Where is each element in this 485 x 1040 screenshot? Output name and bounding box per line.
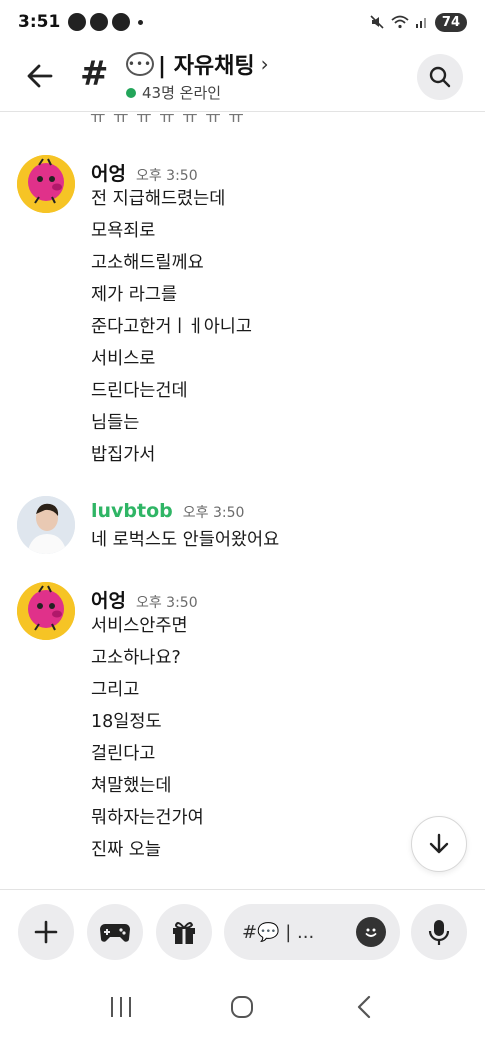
notification-icons (68, 13, 144, 31)
author-name[interactable]: luvbtob (91, 500, 173, 522)
message-input[interactable]: #💬 | ... (224, 904, 400, 960)
author-name[interactable]: 어엉 (91, 586, 126, 613)
signal-icon (415, 18, 426, 28)
message-text[interactable]: 서비스로 (91, 343, 252, 375)
message-text[interactable]: 님들는 (91, 407, 252, 439)
message-time: 오후 3:50 (135, 595, 198, 611)
online-status-dot (126, 87, 136, 98)
message-text[interactable]: 18일정도 (91, 706, 204, 738)
back-button[interactable] (22, 58, 58, 94)
app-notification-icon (68, 13, 87, 31)
photo-avatar-icon (17, 496, 75, 554)
smiley-icon (365, 928, 377, 937)
message-text[interactable]: 밥집가서 (91, 439, 252, 471)
status-bar: 3:51 74 (0, 0, 485, 44)
previous-message-fragment: ㅠ ㅠ ㅠ ㅠ ㅠ ㅠ ㅠ (90, 113, 245, 123)
status-time: 3:51 (18, 12, 61, 32)
message-time: 오후 3:50 (135, 168, 198, 184)
battery-level: 74 (434, 12, 467, 32)
voice-message-button[interactable] (411, 904, 467, 960)
recent-apps-icon (110, 996, 131, 1017)
back-arrow-icon (27, 64, 53, 88)
plus-icon (34, 920, 58, 944)
channel-name: | 자유채팅 (158, 54, 255, 79)
microphone-icon (428, 920, 450, 945)
avatar[interactable] (17, 496, 75, 554)
activities-button[interactable] (87, 904, 143, 960)
more-notifications-dot (138, 19, 144, 25)
message-text[interactable]: 제가 라그를 (91, 279, 252, 311)
speech-bubble-icon: ••• (126, 52, 154, 76)
gift-icon (173, 922, 195, 944)
home-button[interactable] (222, 987, 262, 1027)
channel-hash-icon: # (80, 54, 109, 94)
talk-notification-icon (90, 13, 109, 31)
gift-button[interactable] (156, 904, 212, 960)
chevron-left-icon (358, 995, 371, 1018)
message-text[interactable]: 고소하나요? (91, 642, 204, 674)
message-list[interactable]: ㅠ ㅠ ㅠ ㅠ ㅠ ㅠ ㅠ 어엉 오후 3:50 전 지급해드렸는데 모욕죄로 … (0, 113, 485, 889)
message-text[interactable]: 뭐하자는건가여 (91, 802, 204, 834)
search-icon (429, 66, 451, 88)
message-text[interactable]: 쳐말했는데 (91, 770, 204, 802)
message-time: 오후 3:50 (182, 505, 245, 521)
pink-character-avatar-icon (17, 155, 75, 213)
emoji-button[interactable] (356, 917, 386, 947)
message-text[interactable]: 네 로벅스도 안들어왔어요 (91, 524, 279, 556)
mute-icon (370, 15, 384, 29)
message-text[interactable]: 전 지급해드렸는데 (91, 183, 252, 215)
add-attachment-button[interactable] (18, 904, 74, 960)
message-text[interactable]: 그리고 (91, 674, 204, 706)
avatar[interactable] (17, 582, 75, 640)
game-controller-icon (100, 924, 130, 942)
message-group: luvbtob 오후 3:50 네 로벅스도 안들어왔어요 (0, 494, 485, 564)
arrow-down-icon (429, 833, 449, 854)
message-text[interactable]: 준다고한거ㅣㅔ아니고 (91, 311, 252, 343)
channel-info[interactable]: ••• | 자유채팅 › 43명 온라인 (126, 48, 269, 103)
message-text[interactable]: 모욕죄로 (91, 215, 252, 247)
message-group: 어엉 오후 3:50 전 지급해드렸는데 모욕죄로 고소해드릴께요 제가 라그를… (0, 153, 485, 473)
system-navigation-bar (0, 973, 485, 1040)
message-input-placeholder: #💬 | ... (242, 921, 315, 943)
pink-character-avatar-icon (17, 582, 75, 640)
search-button[interactable] (417, 54, 463, 100)
message-text[interactable]: 드린다는건데 (91, 375, 252, 407)
author-name[interactable]: 어엉 (91, 159, 126, 186)
avatar[interactable] (17, 155, 75, 213)
system-status: 74 (369, 12, 467, 32)
message-composer: #💬 | ... (0, 889, 485, 973)
message-text[interactable]: 걸린다고 (91, 738, 204, 770)
message-text[interactable]: 진짜 오늘 (91, 834, 204, 866)
message-text[interactable]: 서비스안주면 (91, 610, 204, 642)
discord-notification-icon (112, 13, 131, 31)
online-count: 43명 온라인 (142, 84, 222, 102)
channel-header: # ••• | 자유채팅 › 43명 온라인 (0, 44, 485, 112)
message-text[interactable]: 고소해드릴께요 (91, 247, 252, 279)
home-icon (231, 995, 254, 1018)
recent-apps-button[interactable] (101, 987, 141, 1027)
chevron-right-icon: › (260, 52, 269, 76)
wifi-icon (391, 15, 409, 29)
system-back-button[interactable] (344, 987, 384, 1027)
jump-to-latest-button[interactable] (411, 816, 467, 872)
